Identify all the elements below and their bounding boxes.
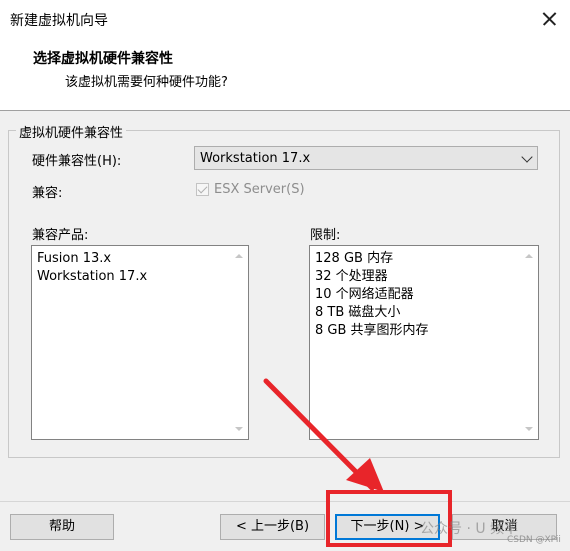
csdn-watermark: CSDN @XPii bbox=[507, 535, 561, 545]
annotation-arrow bbox=[263, 378, 384, 492]
watermark: 公众号 · U 频率 bbox=[420, 521, 519, 537]
